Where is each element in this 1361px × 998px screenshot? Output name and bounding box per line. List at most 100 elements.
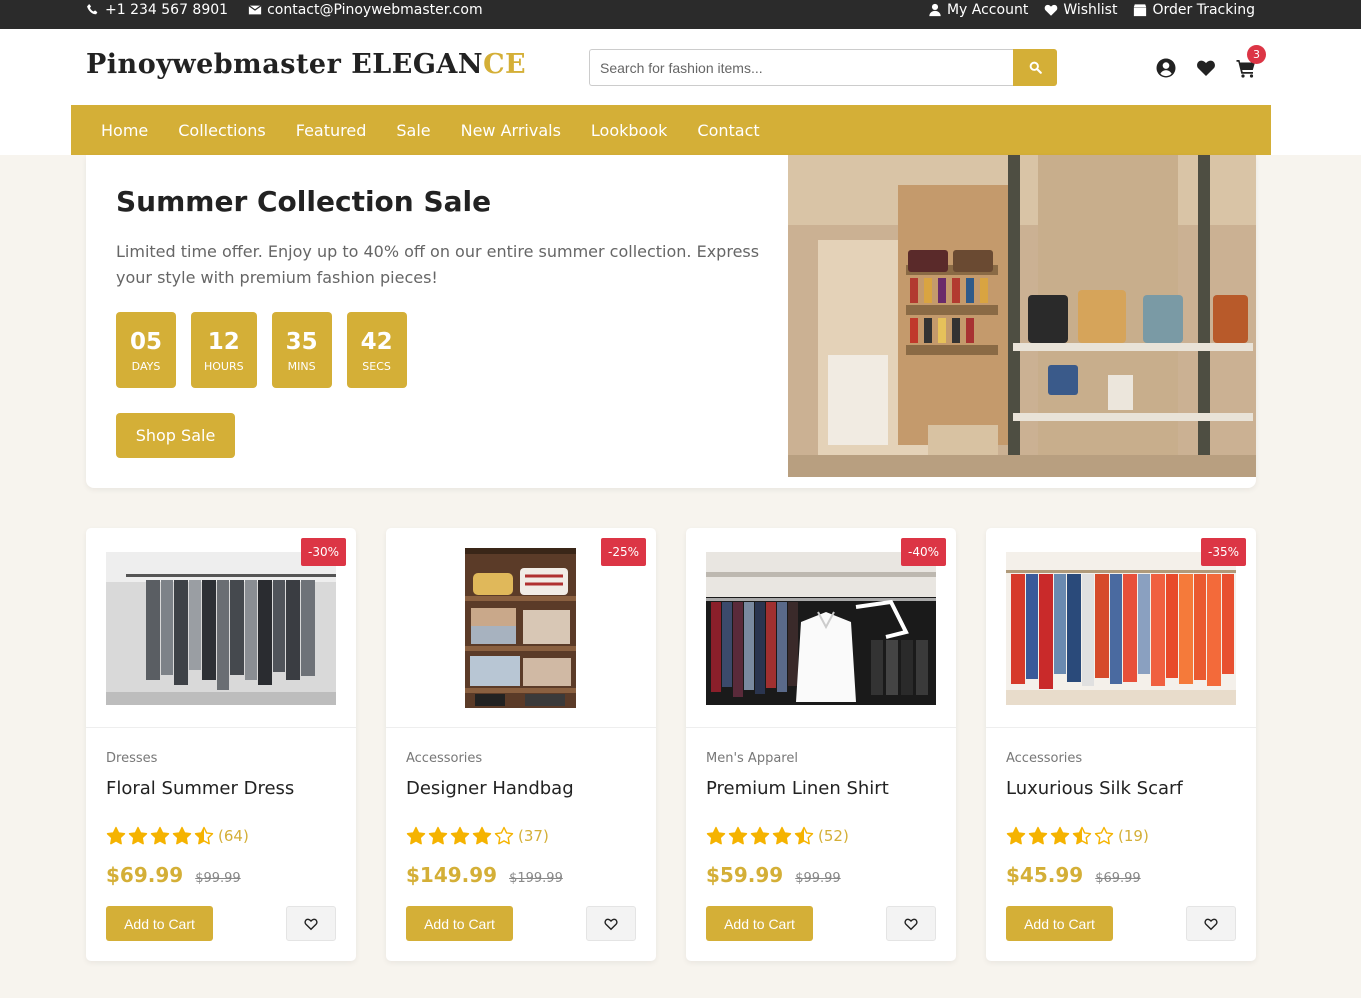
my-account-link[interactable]: My Account [928,2,1028,18]
product-card[interactable]: -30% Dresses Floral Summer Dress (64) $6… [86,528,356,961]
product-name[interactable]: Floral Summer Dress [106,778,294,799]
order-tracking-label: Order Tracking [1152,2,1255,18]
star-filled-icon [450,826,470,845]
phone-number: +1 234 567 8901 [105,2,229,18]
nav-item-featured[interactable]: Featured [296,121,367,140]
header-icons: 3 [1155,45,1266,79]
nav-item-lookbook[interactable]: Lookbook [591,121,667,140]
nav-item-new-arrivals[interactable]: New Arrivals [461,121,561,140]
product-price: $149.99 $199.99 [406,863,563,887]
product-category: Men's Apparel [706,751,798,766]
discount-badge: -35% [1200,538,1246,566]
original-price: $99.99 [795,871,841,886]
countdown-timer: 05 DAYS 12 HOURS 35 MINS 42 SECS [116,312,407,388]
product-category: Accessories [406,751,483,766]
product-name[interactable]: Premium Linen Shirt [706,778,889,799]
product-rating: (64) [106,826,249,846]
review-count: (64) [218,827,249,845]
cart-button[interactable]: 3 [1235,45,1266,79]
product-category: Accessories [1006,751,1083,766]
add-to-wishlist-button[interactable] [286,906,336,941]
nav-item-sale[interactable]: Sale [396,121,430,140]
countdown-label: HOURS [204,359,244,373]
review-count: (52) [818,827,849,845]
countdown-hours: 12 HOURS [191,312,257,388]
shop-sale-button[interactable]: Shop Sale [116,413,235,458]
add-to-cart-button[interactable]: Add to Cart [106,906,213,941]
account-button[interactable] [1155,57,1177,79]
add-to-cart-button[interactable]: Add to Cart [406,906,513,941]
add-to-wishlist-button[interactable] [1186,906,1236,941]
current-price: $59.99 [706,863,784,887]
original-price: $99.99 [195,871,241,886]
search-bar [589,49,1057,86]
box-icon [1134,4,1147,17]
star-filled-icon [772,826,792,845]
countdown-value: 12 [207,328,240,355]
star-filled-icon [1006,826,1026,845]
star-filled-icon [150,826,170,845]
nav-item-home[interactable]: Home [101,121,148,140]
star-filled-icon [750,826,770,845]
product-card[interactable]: -35% Accessories Luxurious Silk Scarf (1… [986,528,1256,961]
wishlist-label: Wishlist [1063,2,1118,18]
product-card[interactable]: -25% Accessories Designer Handbag (37) $… [386,528,656,961]
heart-icon [1197,60,1215,76]
product-image [106,552,336,705]
add-to-cart-button[interactable]: Add to Cart [706,906,813,941]
product-rating: (19) [1006,826,1149,846]
nav-item-contact[interactable]: Contact [697,121,759,140]
product-category: Dresses [106,751,158,766]
hero-title: Summer Collection Sale [116,185,492,218]
heart-outline-icon [904,918,918,930]
envelope-icon [248,5,262,15]
star-empty-icon [1094,826,1114,845]
phone-contact[interactable]: +1 234 567 8901 [86,2,228,18]
search-button[interactable] [1013,49,1057,86]
heart-outline-icon [604,918,618,930]
product-name[interactable]: Designer Handbag [406,778,574,799]
add-to-cart-button[interactable]: Add to Cart [1006,906,1113,941]
star-filled-icon [406,826,426,845]
countdown-label: MINS [287,359,316,373]
product-price: $69.99 $99.99 [106,863,241,887]
product-rating: (37) [406,826,549,846]
product-card[interactable]: -40% Men's Apparel Premium Linen Shirt (… [686,528,956,961]
review-count: (37) [518,827,549,845]
user-icon [929,3,941,17]
product-image [706,552,936,705]
logo-accent-text: CE [483,49,527,80]
phone-icon [87,4,98,15]
product-name[interactable]: Luxurious Silk Scarf [1006,778,1183,799]
nav-item-collections[interactable]: Collections [178,121,265,140]
email-contact[interactable]: contact@Pinoywebmaster.com [248,2,483,18]
current-price: $149.99 [406,863,498,887]
order-tracking-link[interactable]: Order Tracking [1133,2,1255,18]
discount-badge: -40% [900,538,946,566]
star-half-icon [194,826,214,845]
discount-badge: -30% [300,538,346,566]
star-half-icon [794,826,814,845]
site-logo[interactable]: Pinoywebmaster ELEGANCE [86,49,526,80]
add-to-wishlist-button[interactable] [586,906,636,941]
add-to-wishlist-button[interactable] [886,906,936,941]
search-input[interactable] [589,49,1013,86]
star-half-icon [1072,826,1092,845]
countdown-secs: 42 SECS [346,312,407,388]
star-filled-icon [106,826,126,845]
countdown-mins: 35 MINS [271,312,332,388]
star-filled-icon [706,826,726,845]
wishlist-button[interactable] [1195,57,1217,79]
countdown-value: 35 [285,328,318,355]
star-filled-icon [1050,826,1070,845]
wishlist-link[interactable]: Wishlist [1044,2,1117,18]
product-price: $59.99 $99.99 [706,863,841,887]
review-count: (19) [1118,827,1149,845]
main-nav: Home Collections Featured Sale New Arriv… [71,105,1271,155]
hero-description: Limited time offer. Enjoy up to 40% off … [116,242,760,287]
current-price: $45.99 [1006,863,1084,887]
boutique-store-image [788,155,1256,477]
user-circle-icon [1156,58,1176,78]
original-price: $199.99 [509,871,563,886]
star-filled-icon [172,826,192,845]
